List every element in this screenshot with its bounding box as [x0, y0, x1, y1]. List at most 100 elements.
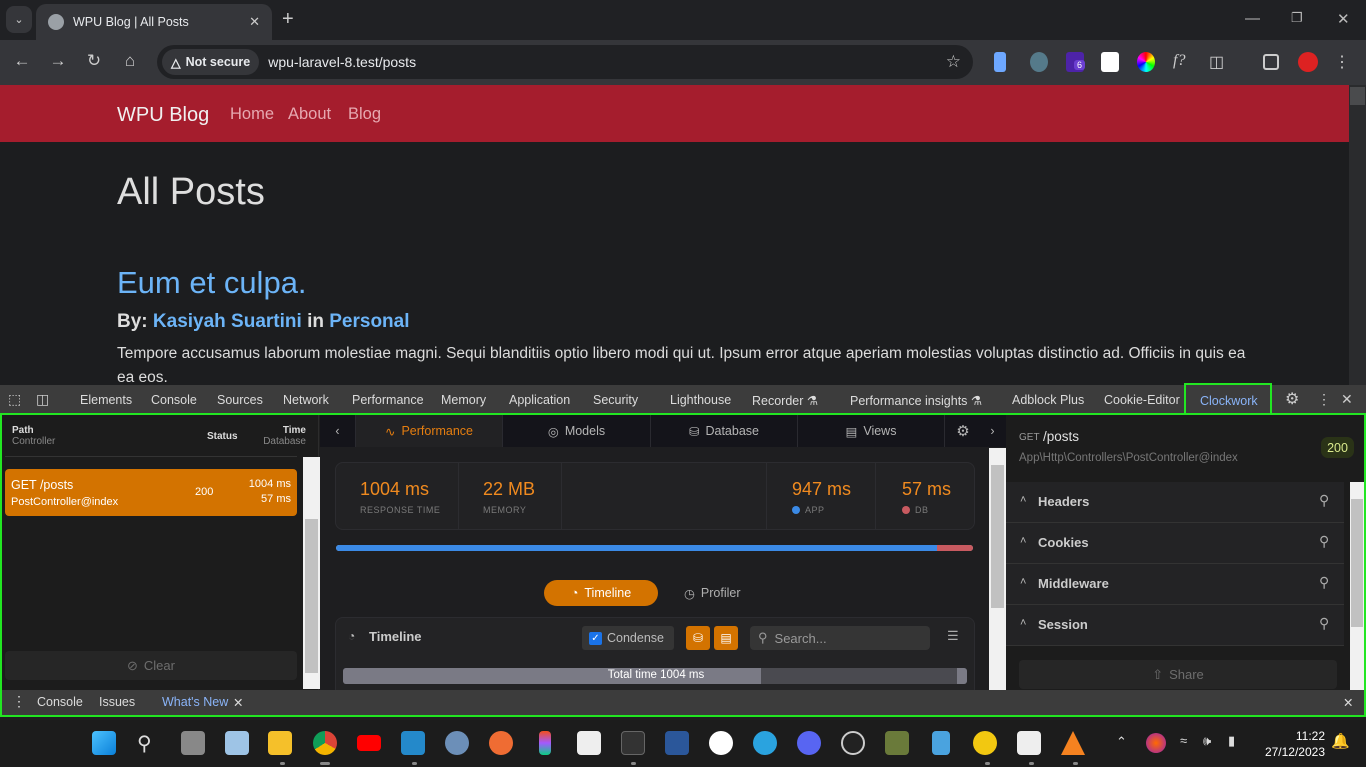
clockwork-settings-icon[interactable]: ⚙	[945, 415, 981, 447]
devtools-tab-performance-insights[interactable]: Performance insights ⚗	[850, 393, 982, 408]
tab-database[interactable]: ⛁ Database	[651, 415, 798, 447]
extension-icon[interactable]	[1137, 52, 1155, 72]
tab-views[interactable]: ▤ Views	[798, 415, 945, 447]
devtools-tab-clockwork[interactable]: Clockwork	[1184, 383, 1272, 416]
tab-performance[interactable]: ∿ Performance	[356, 415, 503, 447]
resource-monitor-icon[interactable]	[225, 731, 249, 755]
more-options-icon[interactable]: ⋮	[1317, 391, 1331, 408]
app-icon[interactable]	[973, 731, 997, 755]
chrome-icon[interactable]	[313, 731, 337, 755]
section-middleware[interactable]: ˄ Middleware ⚲	[1006, 564, 1344, 605]
forward-icon[interactable]: →	[47, 51, 69, 71]
extension-icon[interactable]: f?	[1173, 52, 1191, 72]
vscode-icon[interactable]	[401, 731, 425, 755]
devtools-tab-memory[interactable]: Memory	[441, 393, 486, 407]
postman-icon[interactable]	[489, 731, 513, 755]
close-devtools-icon[interactable]: ✕	[1341, 391, 1353, 408]
category-link[interactable]: Personal	[329, 311, 409, 332]
profiler-toggle-button[interactable]: ◷ Profiler	[684, 580, 741, 606]
system-clock[interactable]: 11:22 27/12/2023	[1260, 728, 1325, 760]
close-whats-new-icon[interactable]: ✕	[233, 695, 243, 710]
address-bar[interactable]: △ Not secure wpu-laravel-8.test/posts ☆	[157, 45, 973, 79]
search-icon[interactable]: ⚲	[137, 731, 161, 755]
whatsapp-icon[interactable]	[709, 731, 733, 755]
start-icon[interactable]	[92, 731, 116, 755]
page-scrollbar[interactable]	[1349, 85, 1366, 385]
discord-icon[interactable]	[797, 731, 821, 755]
timeline-toggle-button[interactable]: ◔ Timeline	[544, 580, 658, 606]
request-list-scrollbar[interactable]	[303, 457, 320, 689]
devtools-tab-console[interactable]: Console	[151, 393, 197, 407]
devtools-tab-lighthouse[interactable]: Lighthouse	[670, 393, 731, 407]
figma-icon[interactable]	[539, 731, 551, 755]
obs-icon[interactable]	[841, 731, 865, 755]
notion-icon[interactable]	[577, 731, 601, 755]
section-cookies[interactable]: ˄ Cookies ⚲	[1006, 523, 1344, 564]
inspect-element-icon[interactable]: ⬚	[8, 391, 21, 408]
restore-icon[interactable]: ❐	[1291, 10, 1303, 26]
notion-icon[interactable]	[1017, 731, 1041, 755]
drawer-tab-issues[interactable]: Issues	[99, 695, 135, 709]
home-icon[interactable]: ⌂	[119, 51, 141, 71]
extension-icon[interactable]	[1101, 52, 1119, 72]
minimize-icon[interactable]: —	[1245, 10, 1260, 27]
author-link[interactable]: Kasiyah Suartini	[153, 311, 302, 332]
wifi-icon[interactable]: ≈	[1180, 733, 1187, 748]
word-icon[interactable]	[665, 731, 689, 755]
header-time[interactable]: Time	[283, 425, 306, 436]
telegram-icon[interactable]	[753, 731, 777, 755]
file-explorer-icon[interactable]	[268, 731, 292, 755]
devtools-tab-network[interactable]: Network	[283, 393, 329, 407]
views-filter-button[interactable]: ▤	[714, 626, 738, 650]
battery-icon[interactable]: ▮	[1228, 733, 1235, 749]
notification-bell-icon[interactable]: 🔔	[1331, 732, 1350, 750]
terminal-icon[interactable]	[621, 731, 645, 755]
notepad-icon[interactable]	[932, 731, 950, 755]
side-panel-icon[interactable]	[1263, 54, 1279, 70]
device-toolbar-icon[interactable]: ◫	[36, 391, 49, 408]
header-path[interactable]: Path	[12, 425, 34, 436]
extension-icon[interactable]: 6	[1066, 52, 1086, 72]
extensions-icon[interactable]: ◫	[1209, 52, 1227, 72]
tabs-scroll-right-icon[interactable]: ›	[979, 415, 1006, 447]
devtools-tab-elements[interactable]: Elements	[80, 393, 132, 407]
tray-overflow-icon[interactable]: ⌃	[1116, 734, 1127, 750]
nav-link-blog[interactable]: Blog	[348, 105, 381, 124]
detail-scrollbar[interactable]	[1350, 482, 1364, 690]
performance-scrollbar[interactable]	[989, 448, 1006, 690]
settings-gear-icon[interactable]: ⚙	[1285, 389, 1299, 409]
url-text[interactable]: wpu-laravel-8.test/posts	[268, 54, 416, 70]
tab-search-icon[interactable]: ⌄	[6, 6, 32, 33]
timeline-search-input[interactable]: ⚲ Search...	[750, 626, 930, 650]
extension-icon[interactable]	[1030, 52, 1048, 72]
condense-checkbox[interactable]: ✓ Condense	[582, 626, 674, 650]
new-tab-icon[interactable]: +	[282, 8, 294, 31]
devtools-tab-application[interactable]: Application	[509, 393, 570, 407]
nav-link-about[interactable]: About	[288, 105, 331, 124]
close-drawer-icon[interactable]: ✕	[1343, 695, 1353, 710]
request-row[interactable]: GET /posts PostController@index 200 1004…	[5, 469, 297, 516]
devtools-tab-sources[interactable]: Sources	[217, 393, 263, 407]
tree-app-icon[interactable]	[885, 731, 909, 755]
drawer-tab-console[interactable]: Console	[37, 695, 83, 709]
tab-models[interactable]: ◎ Models	[503, 415, 651, 447]
database-filter-button[interactable]: ⛁	[686, 626, 710, 650]
tabs-scroll-left-icon[interactable]: ‹	[320, 415, 356, 447]
post-title-link[interactable]: Eum et culpa.	[117, 265, 307, 301]
vlc-icon[interactable]	[1061, 731, 1085, 755]
reload-icon[interactable]: ↻	[83, 51, 105, 71]
back-icon[interactable]: ←	[11, 51, 33, 71]
profile-avatar[interactable]	[1298, 52, 1318, 72]
clear-button[interactable]: ⊘ Clear	[5, 651, 297, 680]
drawer-tab-whats-new[interactable]: What's New	[162, 695, 228, 709]
window-close-icon[interactable]: ✕	[1337, 10, 1350, 28]
devtools-tab-recorder[interactable]: Recorder ⚗	[752, 393, 818, 408]
header-status[interactable]: Status	[207, 431, 238, 442]
drawer-menu-icon[interactable]: ⋮	[12, 693, 26, 710]
list-icon[interactable]: ☰	[947, 628, 959, 644]
volume-icon[interactable]: 🕪	[1203, 733, 1211, 749]
section-session[interactable]: ˄ Session ⚲	[1006, 605, 1344, 646]
postgresql-icon[interactable]	[445, 731, 469, 755]
close-tab-icon[interactable]: ✕	[249, 14, 260, 30]
menu-icon[interactable]: ⋮	[1334, 52, 1352, 72]
